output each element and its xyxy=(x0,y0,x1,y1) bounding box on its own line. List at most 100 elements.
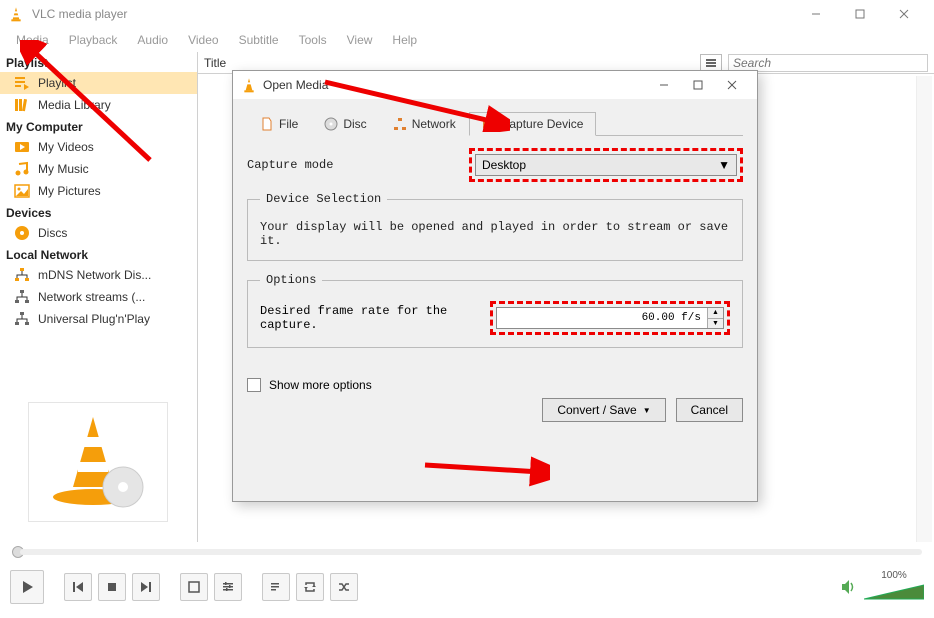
open-media-dialog: Open Media File Disc Network Capture Dev… xyxy=(232,70,758,502)
sidebar-item-my-pictures[interactable]: My Pictures xyxy=(0,180,197,202)
search-input[interactable] xyxy=(728,54,928,72)
device-selection-text: Your display will be opened and played i… xyxy=(260,220,730,248)
sidebar-section-network: Local Network xyxy=(0,244,197,264)
maximize-button[interactable] xyxy=(838,0,882,28)
options-legend: Options xyxy=(260,273,322,287)
sidebar-item-media-library[interactable]: Media Library xyxy=(0,94,197,116)
sidebar-item-network-streams[interactable]: Network streams (... xyxy=(0,286,197,308)
dialog-maximize-button[interactable] xyxy=(681,75,715,95)
device-selection-legend: Device Selection xyxy=(260,192,387,206)
capture-mode-dropdown[interactable]: Desktop ▼ xyxy=(475,154,737,176)
tab-file[interactable]: File xyxy=(247,112,311,136)
title-bar: VLC media player xyxy=(0,0,934,28)
menu-view[interactable]: View xyxy=(337,28,383,52)
sidebar-item-discs[interactable]: Discs xyxy=(0,222,197,244)
show-more-options-label: Show more options xyxy=(269,378,372,392)
menu-playback[interactable]: Playback xyxy=(59,28,128,52)
volume-slider[interactable] xyxy=(864,583,924,601)
dialog-minimize-button[interactable] xyxy=(647,75,681,95)
video-icon xyxy=(14,139,30,155)
menu-help[interactable]: Help xyxy=(382,28,427,52)
sidebar-item-label: Playlist xyxy=(38,76,76,90)
tab-capture-device[interactable]: Capture Device xyxy=(469,112,597,136)
volume-label: 100% xyxy=(864,570,924,581)
column-title[interactable]: Title xyxy=(204,56,226,70)
sidebar-item-label: mDNS Network Dis... xyxy=(38,268,151,282)
seek-bar[interactable] xyxy=(0,542,934,562)
sidebar-item-mdns[interactable]: mDNS Network Dis... xyxy=(0,264,197,286)
capture-mode-label: Capture mode xyxy=(247,158,457,172)
dialog-titlebar: Open Media xyxy=(233,71,757,99)
playback-controls: 100% xyxy=(0,562,934,612)
library-icon xyxy=(14,97,30,113)
music-icon xyxy=(14,161,30,177)
play-button[interactable] xyxy=(10,570,44,604)
disc-icon xyxy=(14,225,30,241)
frame-rate-label: Desired frame rate for the capture. xyxy=(260,304,478,332)
dialog-title: Open Media xyxy=(263,78,647,92)
sidebar-section-computer: My Computer xyxy=(0,116,197,136)
volume-icon[interactable] xyxy=(840,578,858,596)
menu-media[interactable]: Media xyxy=(6,28,59,52)
menu-audio[interactable]: Audio xyxy=(127,28,178,52)
capture-icon xyxy=(482,117,496,131)
sidebar-item-label: Media Library xyxy=(38,98,111,112)
network-icon xyxy=(14,267,30,283)
network-icon xyxy=(14,311,30,327)
toggle-playlist-button[interactable] xyxy=(262,573,290,601)
sidebar-section-devices: Devices xyxy=(0,202,197,222)
vlc-cone-icon xyxy=(8,6,24,22)
fullscreen-button[interactable] xyxy=(180,573,208,601)
sidebar-item-label: My Pictures xyxy=(38,184,101,198)
sidebar-item-label: Network streams (... xyxy=(38,290,145,304)
sidebar-item-label: My Videos xyxy=(38,140,94,154)
cancel-button[interactable]: Cancel xyxy=(676,398,743,422)
convert-save-button[interactable]: Convert / Save ▼ xyxy=(542,398,665,422)
menu-subtitle[interactable]: Subtitle xyxy=(229,28,289,52)
chevron-down-icon: ▼ xyxy=(643,406,651,415)
window-title: VLC media player xyxy=(32,7,794,21)
pictures-icon xyxy=(14,183,30,199)
options-group: Options Desired frame rate for the captu… xyxy=(247,273,743,348)
next-button[interactable] xyxy=(132,573,160,601)
tab-disc[interactable]: Disc xyxy=(311,112,379,136)
dialog-tabs: File Disc Network Capture Device xyxy=(247,111,743,136)
frame-rate-spinner[interactable]: ▲ ▼ xyxy=(496,307,724,329)
minimize-button[interactable] xyxy=(794,0,838,28)
disc-icon xyxy=(324,117,338,131)
scrollbar-vertical[interactable] xyxy=(916,76,932,542)
tab-network[interactable]: Network xyxy=(380,112,469,136)
sidebar-item-label: Universal Plug'n'Play xyxy=(38,312,150,326)
network-icon xyxy=(393,117,407,131)
device-selection-group: Device Selection Your display will be op… xyxy=(247,192,743,261)
network-icon xyxy=(14,289,30,305)
vlc-cone-large-icon xyxy=(38,412,158,512)
playlist-icon xyxy=(14,75,30,91)
file-icon xyxy=(260,117,274,131)
sidebar-item-my-videos[interactable]: My Videos xyxy=(0,136,197,158)
show-more-options-checkbox[interactable] xyxy=(247,378,261,392)
stop-button[interactable] xyxy=(98,573,126,601)
sidebar-item-label: Discs xyxy=(38,226,67,240)
prev-button[interactable] xyxy=(64,573,92,601)
sidebar-item-upnp[interactable]: Universal Plug'n'Play xyxy=(0,308,197,330)
chevron-down-icon: ▼ xyxy=(718,158,730,172)
menu-tools[interactable]: Tools xyxy=(289,28,337,52)
extended-settings-button[interactable] xyxy=(214,573,242,601)
sidebar-section-playlist: Playlist xyxy=(0,52,197,72)
shuffle-button[interactable] xyxy=(330,573,358,601)
menu-bar: Media Playback Audio Video Subtitle Tool… xyxy=(0,28,934,52)
loop-button[interactable] xyxy=(296,573,324,601)
sidebar-item-label: My Music xyxy=(38,162,89,176)
vlc-cone-icon xyxy=(241,77,257,93)
spinner-down-button[interactable]: ▼ xyxy=(708,318,723,329)
close-button[interactable] xyxy=(882,0,926,28)
view-mode-button[interactable] xyxy=(700,54,722,72)
sidebar-item-my-music[interactable]: My Music xyxy=(0,158,197,180)
menu-video[interactable]: Video xyxy=(178,28,228,52)
dialog-close-button[interactable] xyxy=(715,75,749,95)
spinner-up-button[interactable]: ▲ xyxy=(708,308,723,318)
cover-art-area xyxy=(28,402,168,522)
frame-rate-input[interactable] xyxy=(497,308,707,328)
sidebar-item-playlist[interactable]: Playlist xyxy=(0,72,197,94)
